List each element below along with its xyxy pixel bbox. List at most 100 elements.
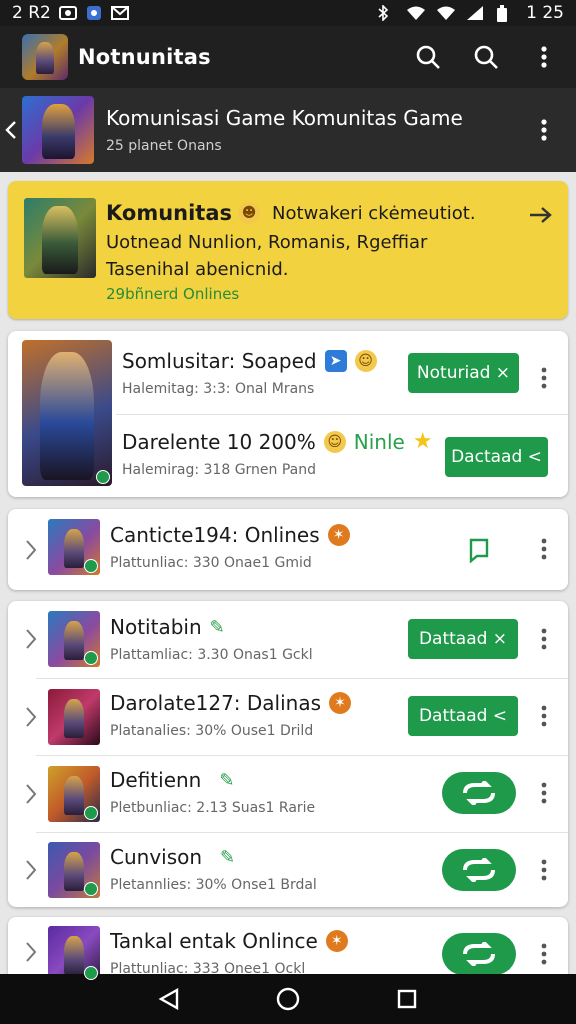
more-vert-icon[interactable] bbox=[534, 778, 554, 808]
sync-icon bbox=[463, 942, 495, 966]
emoji-badge-icon: ✶ bbox=[327, 524, 350, 546]
item-subtitle: Pletbunliac: 2.13 Suas1 Rarie bbox=[110, 800, 316, 816]
divider bbox=[116, 414, 568, 415]
more-vert-icon[interactable] bbox=[534, 363, 554, 393]
game-thumbnail bbox=[48, 689, 100, 745]
chevron-right-icon[interactable] bbox=[22, 783, 40, 805]
send-icon: ➤ bbox=[324, 350, 347, 372]
more-vert-icon[interactable] bbox=[534, 701, 554, 731]
list-item[interactable]: Canticte194: Onlines ✶ Plattunliac: 330 … bbox=[8, 509, 568, 590]
item-title: Defitienn bbox=[110, 768, 202, 792]
game-thumbnail bbox=[48, 519, 100, 575]
verified-badge-icon bbox=[84, 806, 98, 820]
item-title: Tankal entak Onlince bbox=[110, 929, 318, 953]
edit-icon: ✎ bbox=[209, 616, 225, 638]
community-highlight-card[interactable]: Komunitas ☻ Notwakeri ckėmeutiot. Uotnea… bbox=[8, 181, 568, 319]
list-item[interactable]: Somlusitar: Soaped ➤ ☺ Halemitag: 3:3: O… bbox=[8, 341, 568, 415]
emoji-badge-icon: ✶ bbox=[325, 930, 348, 952]
bluetooth-icon bbox=[376, 4, 394, 22]
community-image bbox=[24, 198, 96, 278]
list-item[interactable]: Darelente 10 200% ☺ Ninle ★ Halemirag: 3… bbox=[8, 417, 568, 491]
navigation-bar bbox=[0, 974, 576, 1024]
more-vert-icon[interactable] bbox=[534, 939, 554, 969]
emoji-face-icon: ☻ bbox=[238, 202, 261, 224]
item-title: Notitabin bbox=[110, 615, 202, 639]
emoji-face-icon: ☺ bbox=[354, 350, 377, 372]
edit-icon: ✎ bbox=[219, 769, 235, 791]
edit-icon: ✎ bbox=[220, 846, 236, 868]
more-vert-icon[interactable] bbox=[534, 534, 554, 564]
list-item[interactable]: Cunvison ✎ Pletannlies: 30% Onse1 Brdal bbox=[8, 833, 568, 907]
chevron-right-icon[interactable] bbox=[22, 539, 40, 561]
community-card: Canticte194: Onlines ✶ Plattunliac: 330 … bbox=[8, 509, 568, 590]
status-bar: 2 R2 1 25 bbox=[0, 0, 576, 26]
action-button[interactable]: Dactaad < bbox=[445, 437, 548, 477]
item-subtitle: Pletannlies: 30% Onse1 Brdal bbox=[110, 877, 317, 893]
game-thumbnail bbox=[48, 766, 100, 822]
action-button[interactable]: Noturiad × bbox=[408, 353, 519, 393]
action-button[interactable]: Dattaad × bbox=[408, 619, 518, 659]
cellular-icon bbox=[466, 5, 484, 21]
community-title-extra: Notwakeri ckėmeutiot. bbox=[272, 202, 476, 224]
home-nav-icon[interactable] bbox=[274, 985, 302, 1013]
item-subtitle: Halemitag: 3:3: Onal Mrans bbox=[122, 381, 315, 397]
chevron-right-icon[interactable] bbox=[22, 628, 40, 650]
featured-card: Somlusitar: Soaped ➤ ☺ Halemitag: 3:3: O… bbox=[8, 331, 568, 497]
emoji-face-icon: ☺ bbox=[323, 430, 346, 453]
back-nav-icon[interactable] bbox=[155, 985, 183, 1013]
online-count: 29bñnerd Onlines bbox=[106, 285, 240, 303]
star-icon: ★ bbox=[412, 429, 433, 454]
group-subtitle: 25 planet Onans bbox=[106, 138, 222, 154]
list-item[interactable]: Darolate127: Dalinas ✶ Platanalies: 30% … bbox=[8, 679, 568, 755]
status-time-left: 2 R2 bbox=[12, 3, 51, 23]
signal-icon bbox=[436, 5, 456, 21]
chevron-right-icon[interactable] bbox=[22, 941, 40, 963]
item-subtitle: Halemirag: 318 Grnen Pand bbox=[122, 462, 317, 478]
wifi-icon bbox=[406, 5, 426, 21]
list-item[interactable]: Notitabin ✎ Plattamliac: 3.30 Onas1 Gckl… bbox=[8, 601, 568, 677]
verified-badge-icon bbox=[84, 966, 98, 980]
app-bar: Notnunitas bbox=[0, 26, 576, 88]
more-vert-icon[interactable] bbox=[534, 624, 554, 654]
sync-button[interactable] bbox=[442, 849, 516, 891]
app-avatar[interactable] bbox=[22, 34, 68, 80]
chevron-right-icon[interactable] bbox=[22, 706, 40, 728]
item-title: Darolate127: Dalinas bbox=[110, 691, 322, 715]
battery-icon bbox=[496, 5, 514, 22]
item-subtitle: Plattamliac: 3.30 Onas1 Gckl bbox=[110, 647, 313, 663]
verified-badge-icon bbox=[96, 470, 110, 484]
chat-icon[interactable] bbox=[468, 537, 490, 567]
game-thumbnail bbox=[48, 842, 100, 898]
community-description: Uotnead Nunlion, Romanis, Rgeffiar Tasen… bbox=[106, 232, 428, 280]
community-list-card: Notitabin ✎ Plattamliac: 3.30 Onas1 Gckl… bbox=[8, 601, 568, 907]
chevron-right-icon[interactable] bbox=[22, 859, 40, 881]
sync-button[interactable] bbox=[442, 933, 516, 975]
item-title: Cunvison bbox=[110, 845, 203, 869]
item-title: Canticte194: Onlines bbox=[110, 523, 320, 547]
search-icon[interactable] bbox=[472, 43, 500, 71]
more-vert-icon[interactable] bbox=[534, 855, 554, 885]
search-icon[interactable] bbox=[414, 43, 442, 71]
sync-icon bbox=[463, 858, 495, 882]
sync-button[interactable] bbox=[442, 772, 516, 814]
item-title: Darelente 10 200% bbox=[122, 429, 316, 454]
app-notification-icon bbox=[85, 5, 103, 21]
list-item[interactable]: Defitienn ✎ Pletbunliac: 2.13 Suas1 Rari… bbox=[8, 756, 568, 832]
mail-icon bbox=[110, 5, 129, 21]
emoji-badge-icon: ✶ bbox=[329, 692, 352, 714]
action-button[interactable]: Dattaad < bbox=[408, 696, 518, 736]
item-title: Somlusitar: Soaped bbox=[122, 349, 317, 373]
verified-badge-icon bbox=[84, 559, 98, 573]
group-title: Komunisasi Game Komunitas Game bbox=[106, 106, 463, 130]
group-header: Komunisasi Game Komunitas Game 25 planet… bbox=[0, 88, 576, 172]
item-subtitle: Platanalies: 30% Ouse1 Drild bbox=[110, 723, 314, 739]
game-thumbnail bbox=[48, 611, 100, 667]
forward-arrow-icon[interactable] bbox=[528, 203, 554, 231]
status-time-right: 1 25 bbox=[526, 3, 564, 23]
recents-nav-icon[interactable] bbox=[393, 985, 421, 1013]
app-title: Notnunitas bbox=[78, 45, 211, 69]
sync-icon bbox=[463, 781, 495, 805]
back-arrow-icon[interactable] bbox=[0, 120, 22, 140]
more-vert-icon[interactable] bbox=[530, 116, 558, 144]
more-vert-icon[interactable] bbox=[530, 43, 558, 71]
